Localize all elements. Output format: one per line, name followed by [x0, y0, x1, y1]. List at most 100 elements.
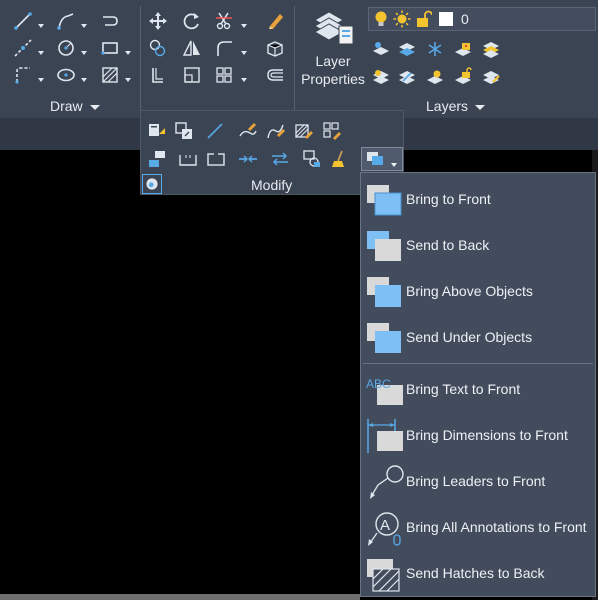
layer-freeze-icon[interactable]	[424, 38, 446, 60]
layer-match-icon[interactable]	[480, 66, 502, 88]
change-space-icon[interactable]	[173, 120, 195, 142]
chevron-down-icon	[390, 156, 398, 167]
layer-off-icon[interactable]	[370, 38, 392, 60]
edit-spline-icon[interactable]	[265, 120, 287, 142]
offset-icon[interactable]	[264, 64, 286, 86]
layer-color-swatch	[439, 12, 453, 26]
menu-item-bring-above-objects[interactable]: Bring Above Objects	[361, 269, 595, 315]
copy-nested-objects-icon[interactable]	[301, 148, 323, 170]
move-icon[interactable]	[147, 10, 169, 32]
menu-item-bring-all-annotations-to-front[interactable]: A Bring All Annotations to Front	[361, 505, 595, 551]
layer-unisolate-icon[interactable]	[396, 66, 418, 88]
menu-item-send-hatches-to-back[interactable]: Send Hatches to Back	[361, 551, 595, 597]
bring-text-to-front-icon: ABC	[365, 373, 405, 409]
trim-icon[interactable]	[213, 10, 235, 32]
horizontal-scrollbar[interactable]	[0, 594, 360, 600]
layers-panel-text: Layers	[426, 98, 469, 114]
copy-icon[interactable]	[147, 37, 169, 59]
construction-line-icon[interactable]	[12, 37, 34, 59]
layer-dropdown[interactable]: 0	[368, 7, 596, 31]
layer-unlock-icon[interactable]	[452, 66, 474, 88]
edit-polyline-icon[interactable]	[237, 120, 259, 142]
layer-properties-line2: Properties	[301, 71, 365, 87]
chevron-down-icon[interactable]	[37, 44, 45, 55]
join-icon[interactable]	[237, 148, 259, 170]
polyline-icon[interactable]	[55, 10, 77, 32]
delete-duplicate-objects-icon[interactable]	[329, 148, 351, 170]
bring-to-front-icon	[366, 151, 386, 167]
fillet-icon[interactable]	[213, 37, 235, 59]
bring-leaders-to-front-icon	[365, 465, 405, 501]
menu-item-bring-text-to-front[interactable]: ABC Bring Text to Front	[361, 367, 595, 413]
edit-array-icon[interactable]	[321, 120, 343, 142]
send-to-back-icon	[365, 229, 405, 265]
layer-properties-line1: Layer	[315, 53, 351, 69]
lengthen-icon[interactable]	[204, 120, 226, 142]
send-hatches-to-back-icon	[365, 557, 405, 593]
draw-panel-label[interactable]: Draw	[50, 98, 100, 114]
match-properties-icon[interactable]	[146, 120, 168, 142]
spline-icon[interactable]	[99, 10, 121, 32]
panel-divider	[140, 6, 141, 114]
align-icon[interactable]	[146, 148, 168, 170]
layer-properties-icon	[311, 8, 355, 48]
layers-panel-label[interactable]: Layers	[426, 98, 486, 114]
menu-item-label: Bring Dimensions to Front	[406, 427, 568, 443]
scale-icon[interactable]	[181, 64, 203, 86]
stretch-icon[interactable]	[147, 64, 169, 86]
circle-icon[interactable]	[55, 37, 77, 59]
lightbulb-icon	[373, 10, 389, 28]
chevron-down-icon[interactable]	[80, 71, 88, 82]
rectangle-icon[interactable]	[99, 37, 121, 59]
explode-icon[interactable]	[264, 37, 286, 59]
menu-item-label: Bring Above Objects	[406, 283, 533, 299]
ellipse-icon[interactable]	[55, 64, 77, 86]
hatch-icon[interactable]	[99, 64, 121, 86]
menu-item-label: Bring All Annotations to Front	[406, 519, 587, 535]
chevron-down-icon[interactable]	[240, 44, 248, 55]
layer-state-icon[interactable]	[480, 38, 502, 60]
menu-item-bring-dimensions-to-front[interactable]: Bring Dimensions to Front	[361, 413, 595, 459]
menu-item-label: Send to Back	[406, 237, 490, 253]
drawing-order-dropdown-button[interactable]	[361, 147, 403, 171]
layer-properties-button[interactable]: Layer Properties	[300, 8, 366, 88]
chevron-down-icon[interactable]	[80, 44, 88, 55]
chevron-down-icon[interactable]	[37, 71, 45, 82]
bring-to-front-icon	[365, 183, 405, 219]
chevron-down-icon[interactable]	[80, 17, 88, 28]
arc-icon[interactable]	[12, 64, 34, 86]
chevron-down-icon[interactable]	[240, 17, 248, 28]
break-icon[interactable]	[205, 148, 227, 170]
drawing-order-menu: Bring to Front Send to Back Bring Above …	[360, 172, 596, 597]
layer-on-icon[interactable]	[370, 66, 392, 88]
menu-item-label: Send Under Objects	[406, 329, 533, 345]
send-under-objects-icon	[365, 321, 405, 357]
menu-item-send-to-back[interactable]: Send to Back	[361, 223, 595, 269]
reverse-icon[interactable]	[269, 148, 291, 170]
draw-panel-text: Draw	[50, 98, 83, 114]
break-at-point-icon[interactable]	[177, 148, 199, 170]
unlock-icon	[416, 10, 433, 28]
line-icon[interactable]	[12, 10, 34, 32]
modify-panel-label[interactable]: Modify	[251, 177, 292, 193]
edit-hatch-icon[interactable]	[293, 120, 315, 142]
svg-text:ABC: ABC	[366, 377, 391, 391]
layer-isolate-icon[interactable]	[396, 38, 418, 60]
chevron-down-icon	[475, 104, 486, 110]
chevron-down-icon[interactable]	[37, 17, 45, 28]
chevron-down-icon	[89, 104, 100, 110]
menu-item-label: Send Hatches to Back	[406, 565, 545, 581]
menu-item-bring-leaders-to-front[interactable]: Bring Leaders to Front	[361, 459, 595, 505]
chevron-down-icon[interactable]	[124, 44, 132, 55]
mirror-icon[interactable]	[181, 37, 203, 59]
array-icon[interactable]	[213, 64, 235, 86]
menu-item-send-under-objects[interactable]: Send Under Objects	[361, 315, 595, 361]
overkill-icon[interactable]	[142, 174, 162, 194]
layer-thaw-icon[interactable]	[424, 66, 446, 88]
erase-icon[interactable]	[264, 10, 286, 32]
rotate-icon[interactable]	[181, 10, 203, 32]
chevron-down-icon[interactable]	[240, 71, 248, 82]
layer-lock-icon[interactable]	[452, 38, 474, 60]
chevron-down-icon[interactable]	[124, 71, 132, 82]
menu-item-bring-to-front[interactable]: Bring to Front	[361, 177, 595, 223]
